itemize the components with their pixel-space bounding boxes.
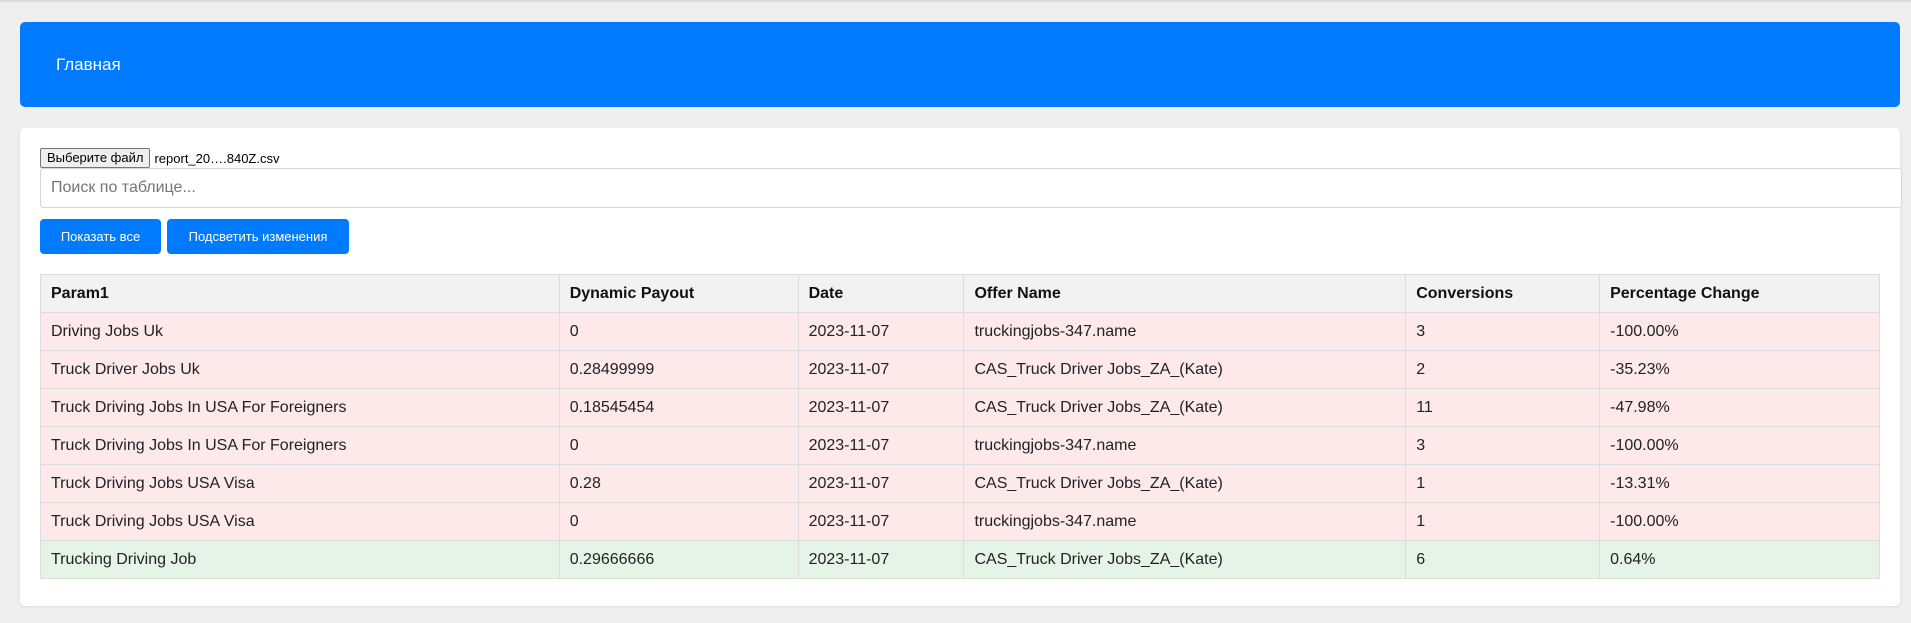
- column-header-date[interactable]: Date: [797, 274, 965, 313]
- cell-offer-name: CAS_Truck Driver Jobs_ZA_(Kate): [963, 540, 1407, 579]
- table-search-input[interactable]: [40, 168, 1902, 208]
- cell-offer-name: truckingjobs-347.name: [963, 312, 1407, 351]
- highlight-changes-button[interactable]: Подсветить изменения: [167, 219, 349, 254]
- cell-dynamic-payout: 0.28: [558, 464, 799, 503]
- cell-param1: Truck Driver Jobs Uk: [40, 350, 560, 389]
- file-upload-row: Выберите файл report_20….840Z.csv: [40, 148, 279, 168]
- cell-offer-name: truckingjobs-347.name: [963, 502, 1407, 541]
- cell-date: 2023-11-07: [797, 388, 965, 427]
- column-header-offer-name[interactable]: Offer Name: [963, 274, 1407, 313]
- cell-percentage-change: -100.00%: [1599, 312, 1880, 351]
- table-row: Truck Driving Jobs In USA For Foreigners…: [40, 426, 1880, 465]
- table-row: Driving Jobs Uk 0 2023-11-07 truckingjob…: [40, 312, 1880, 351]
- cell-percentage-change: -13.31%: [1599, 464, 1880, 503]
- table-header-row: Param1 Dynamic Payout Date Offer Name Co…: [40, 274, 1880, 313]
- cell-offer-name: CAS_Truck Driver Jobs_ZA_(Kate): [963, 350, 1407, 389]
- cell-date: 2023-11-07: [797, 312, 965, 351]
- cell-offer-name: CAS_Truck Driver Jobs_ZA_(Kate): [963, 464, 1407, 503]
- selected-file-name: report_20….840Z.csv: [154, 150, 280, 166]
- column-header-conversions[interactable]: Conversions: [1405, 274, 1601, 313]
- cell-offer-name: CAS_Truck Driver Jobs_ZA_(Kate): [963, 388, 1407, 427]
- window-top-border: [0, 0, 1911, 2]
- cell-param1: Driving Jobs Uk: [40, 312, 560, 351]
- table-row: Truck Driver Jobs Uk 0.28499999 2023-11-…: [40, 350, 1880, 389]
- cell-percentage-change: -35.23%: [1599, 350, 1880, 389]
- cell-offer-name: truckingjobs-347.name: [963, 426, 1407, 465]
- cell-param1: Trucking Driving Job: [40, 540, 560, 579]
- column-header-param1[interactable]: Param1: [40, 274, 560, 313]
- cell-param1: Truck Driving Jobs USA Visa: [40, 464, 560, 503]
- cell-percentage-change: -47.98%: [1599, 388, 1880, 427]
- action-buttons: Показать все Подсветить изменения: [40, 219, 349, 254]
- cell-percentage-change: 0.64%: [1599, 540, 1880, 579]
- table-row: Trucking Driving Job 0.29666666 2023-11-…: [40, 540, 1880, 579]
- cell-date: 2023-11-07: [797, 464, 965, 503]
- cell-date: 2023-11-07: [797, 426, 965, 465]
- cell-date: 2023-11-07: [797, 350, 965, 389]
- cell-conversions: 1: [1405, 464, 1601, 503]
- cell-dynamic-payout: 0.29666666: [558, 540, 799, 579]
- cell-dynamic-payout: 0: [558, 426, 799, 465]
- table-row: Truck Driving Jobs In USA For Foreigners…: [40, 388, 1880, 427]
- cell-percentage-change: -100.00%: [1599, 502, 1880, 541]
- cell-param1: Truck Driving Jobs USA Visa: [40, 502, 560, 541]
- main-card: Выберите файл report_20….840Z.csv Показа…: [20, 128, 1902, 606]
- cell-dynamic-payout: 0: [558, 502, 799, 541]
- cell-date: 2023-11-07: [797, 540, 965, 579]
- cell-param1: Truck Driving Jobs In USA For Foreigners: [40, 426, 560, 465]
- cell-dynamic-payout: 0.18545454: [558, 388, 799, 427]
- table-row: Truck Driving Jobs USA Visa 0.28 2023-11…: [40, 464, 1880, 503]
- cell-conversions: 3: [1405, 426, 1601, 465]
- cell-dynamic-payout: 0.28499999: [558, 350, 799, 389]
- choose-file-button[interactable]: Выберите файл: [40, 148, 151, 168]
- show-all-button[interactable]: Показать все: [40, 219, 161, 254]
- cell-date: 2023-11-07: [797, 502, 965, 541]
- table-row: Truck Driving Jobs USA Visa 0 2023-11-07…: [40, 502, 1880, 541]
- cell-conversions: 1: [1405, 502, 1601, 541]
- cell-dynamic-payout: 0: [558, 312, 799, 351]
- column-header-percentage-change[interactable]: Percentage Change: [1599, 274, 1880, 313]
- column-header-dynamic-payout[interactable]: Dynamic Payout: [558, 274, 799, 313]
- header-bar: Главная: [20, 22, 1900, 107]
- cell-conversions: 11: [1405, 388, 1601, 427]
- cell-conversions: 3: [1405, 312, 1601, 351]
- cell-percentage-change: -100.00%: [1599, 426, 1880, 465]
- cell-conversions: 6: [1405, 540, 1601, 579]
- cell-conversions: 2: [1405, 350, 1601, 389]
- header-title-link[interactable]: Главная: [56, 55, 121, 75]
- data-table: Param1 Dynamic Payout Date Offer Name Co…: [40, 274, 1880, 579]
- cell-param1: Truck Driving Jobs In USA For Foreigners: [40, 388, 560, 427]
